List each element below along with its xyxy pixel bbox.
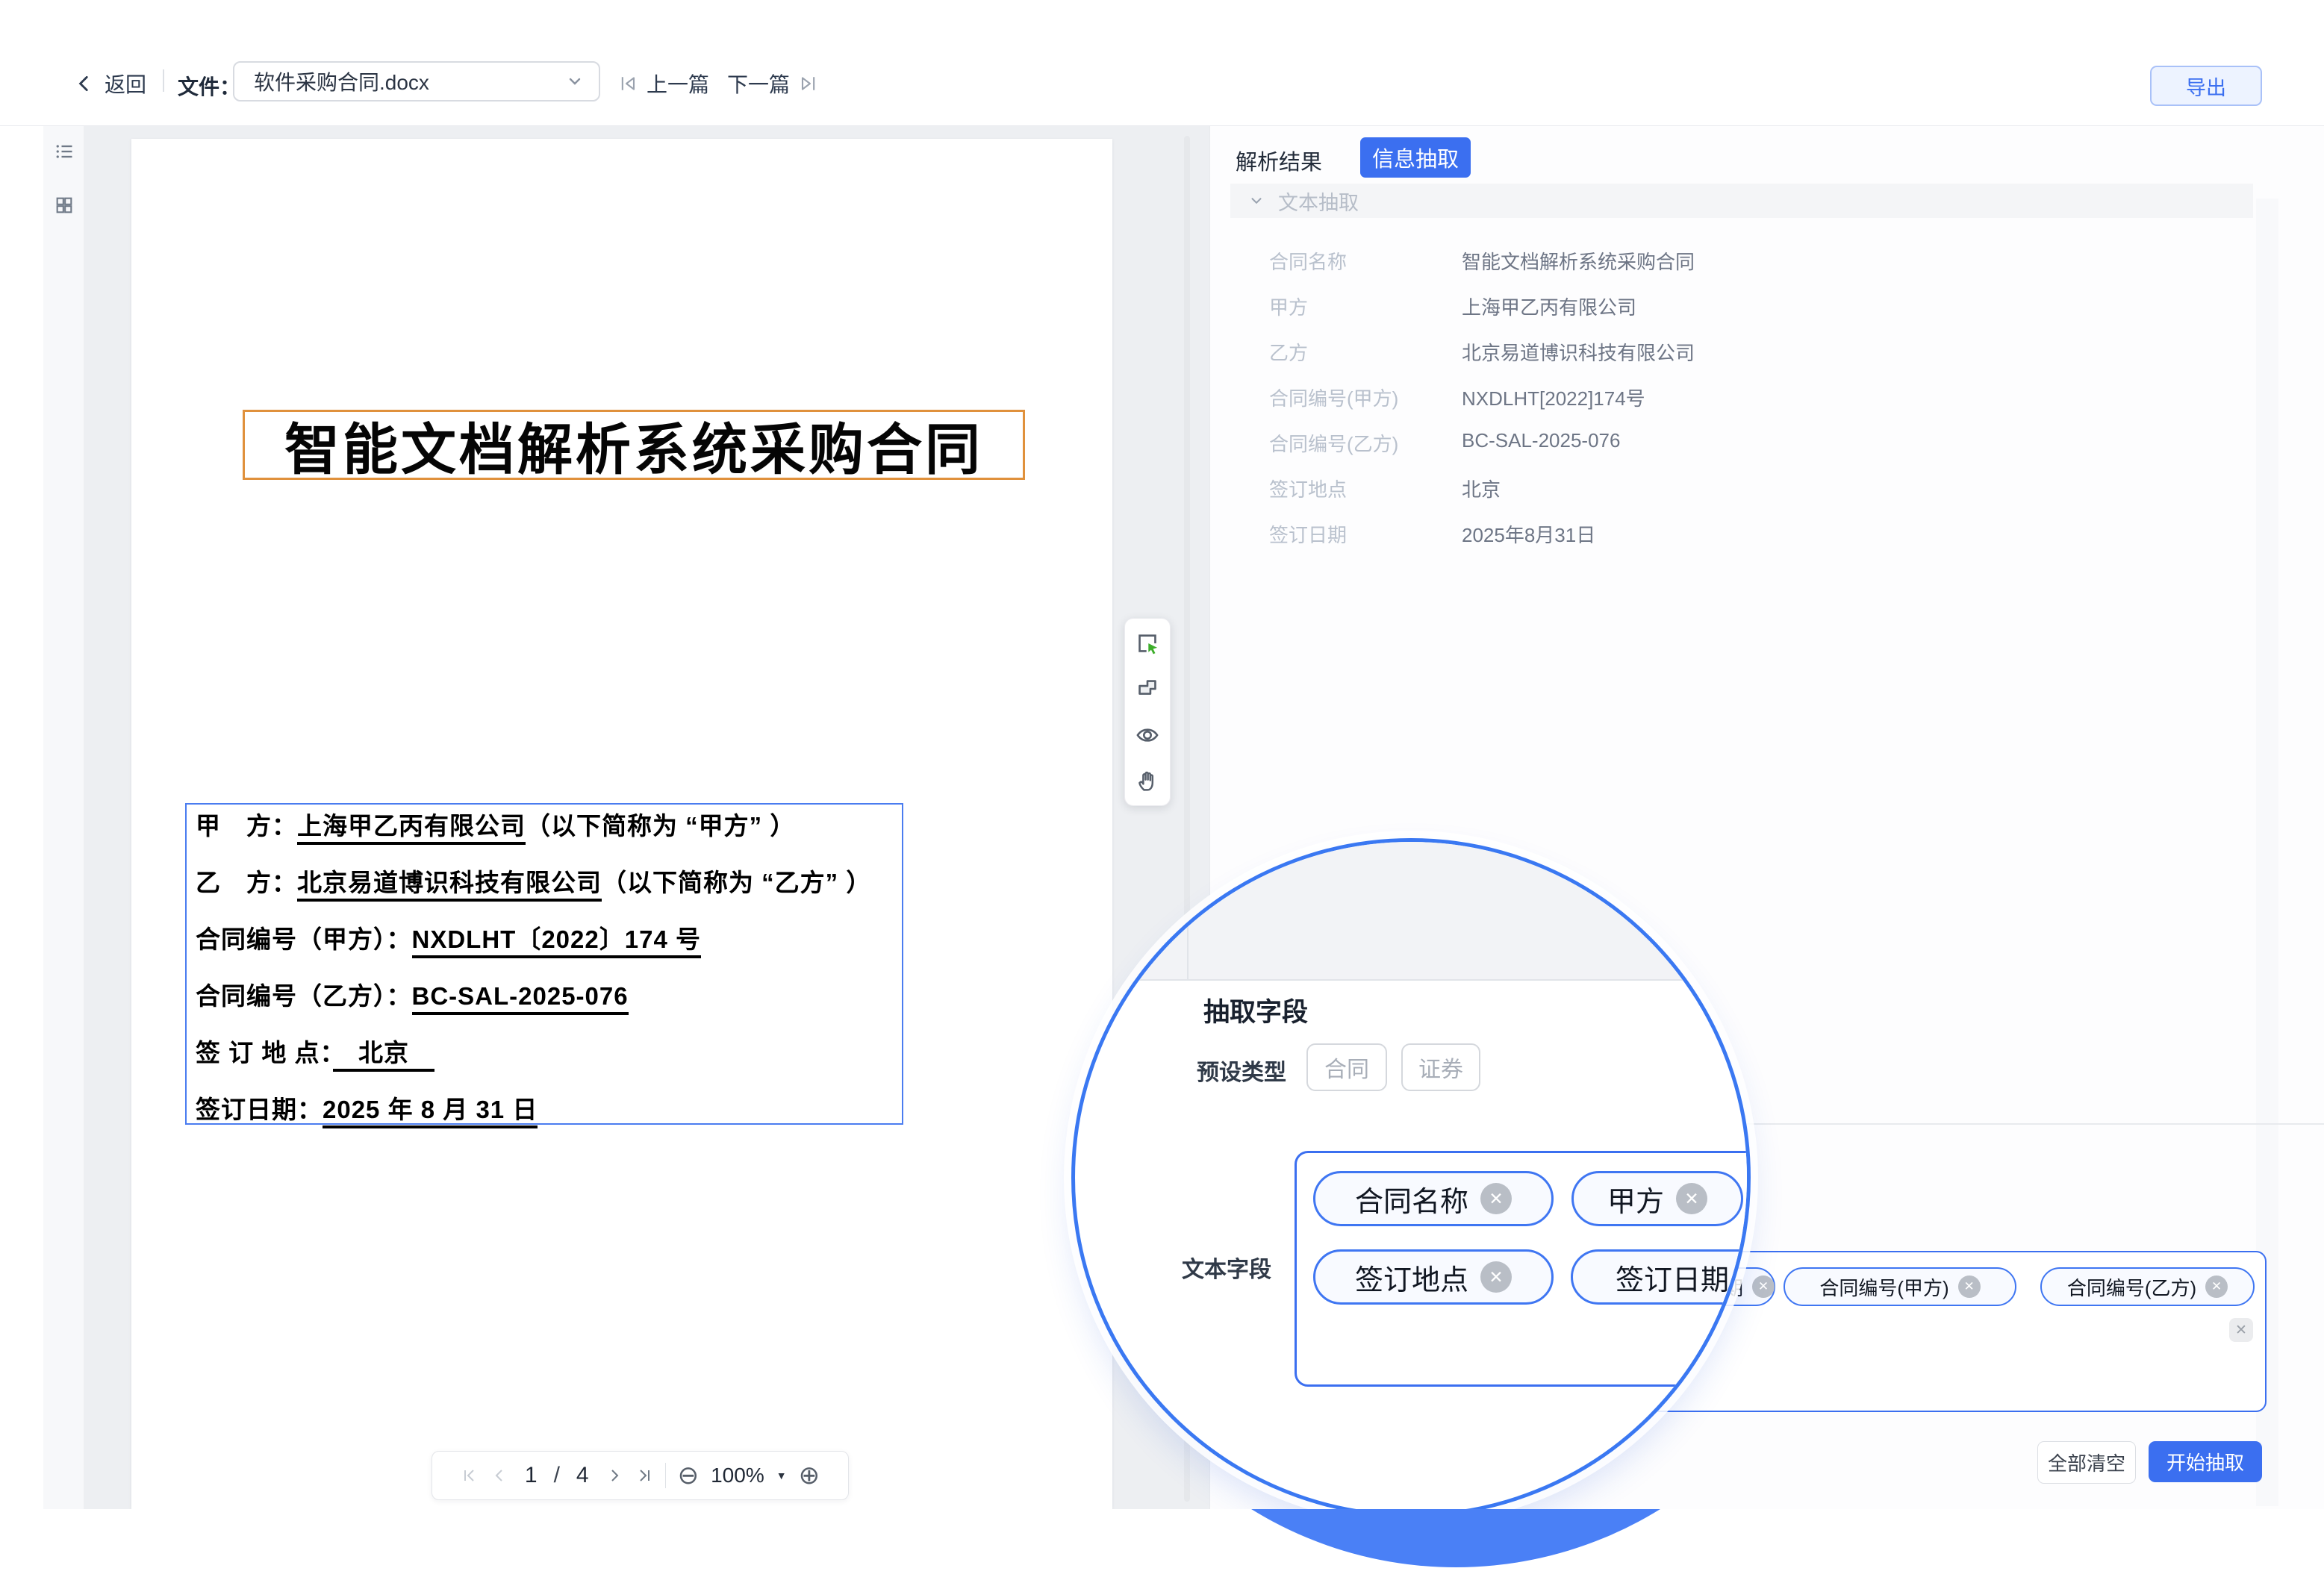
kv-value: 北京易道博识科技有限公司 [1462, 338, 1695, 366]
magnified-field-tag: 合同名称 ✕ [1313, 1171, 1554, 1226]
section-label: 文本抽取 [1278, 187, 1359, 216]
export-button[interactable]: 导出 [2150, 66, 2262, 106]
doc-line: 签订日期：2025 年 8 月 31 日 [196, 1090, 538, 1121]
outline-list-icon[interactable] [54, 141, 75, 162]
magnified-panel-border [1187, 842, 1189, 979]
kv-value: BC-SAL-2025-076 [1462, 429, 1620, 452]
left-rail [43, 126, 84, 1509]
last-page-icon[interactable] [635, 1467, 653, 1484]
chevron-down-icon [566, 72, 584, 90]
tab-info-extract-label: 信息抽取 [1372, 142, 1459, 173]
doc-line: 乙 方：北京易道博识科技有限公司（以下简称为 “乙方” ） [196, 863, 871, 894]
pager-divider [665, 1463, 666, 1488]
hand-pan-icon[interactable] [1135, 768, 1160, 793]
zoom-caret-icon[interactable]: ▼ [776, 1470, 787, 1481]
export-label: 导出 [2186, 72, 2226, 101]
doc-line: 合同编号（甲方）：NXDLHT〔2022〕174 号 [196, 919, 701, 951]
kv-label: 乙方 [1269, 338, 1308, 366]
clear-input-icon[interactable]: ✕ [2229, 1318, 2253, 1342]
remove-tag-icon[interactable]: ✕ [2205, 1275, 2228, 1298]
top-bar: 返回 文件： 软件采购合同.docx 上一篇 下一篇 导出 [0, 0, 2324, 126]
magnified-fields-input: 合同名称 ✕ 甲方 ✕ 签订地点 ✕ 签订日期 ✕ [1295, 1151, 1751, 1387]
thumbnail-grid-icon[interactable] [54, 195, 75, 216]
preset-chip-securities: 证券 [1401, 1043, 1480, 1091]
file-select[interactable]: 软件采购合同.docx [233, 61, 600, 102]
start-extract-button[interactable]: 开始抽取 [2149, 1441, 2262, 1482]
remove-tag-icon: ✕ [1480, 1183, 1512, 1214]
magnified-field-tag: 甲方 ✕ [1571, 1171, 1743, 1226]
magnified-panel-background [1075, 842, 1751, 981]
zoom-in-icon[interactable]: ⊕ [799, 1463, 820, 1488]
remove-tag-icon[interactable]: ✕ [1752, 1275, 1775, 1298]
magnifier-base-arc [1068, 1509, 1844, 1567]
back-label: 返回 [105, 69, 146, 99]
marquee-select-icon[interactable] [1135, 631, 1160, 656]
current-page[interactable]: 1 [525, 1463, 538, 1488]
topbar-divider [163, 69, 164, 92]
prev-page-icon[interactable] [490, 1467, 508, 1484]
magnified-field-tag: 签订日期 ✕ [1571, 1249, 1751, 1305]
remove-tag-icon: ✕ [1676, 1183, 1707, 1214]
page-separator: / [554, 1463, 560, 1488]
collapse-chevron-icon[interactable] [1248, 193, 1265, 209]
overlap-squares-icon[interactable] [1135, 676, 1160, 702]
clear-all-button[interactable]: 全部清空 [2037, 1441, 2136, 1484]
kv-value: 北京 [1462, 475, 1501, 502]
field-tag[interactable]: 合同编号(甲方) ✕ [1784, 1267, 2016, 1306]
magnified-field-tag: 签订地点 ✕ [1313, 1249, 1554, 1305]
back-button[interactable]: 返回 [75, 69, 146, 99]
prev-doc-button[interactable]: 上一篇 [647, 69, 709, 99]
tab-parse-result[interactable]: 解析结果 [1236, 145, 1322, 176]
page-toolbar: 1 / 4 ⊖ 100% ▼ ⊕ [432, 1451, 849, 1500]
doc-line: 签 订 地 点： 北京 [196, 1033, 434, 1064]
doc-title: 智能文档解析系统采购合同 [284, 405, 983, 485]
zoom-level[interactable]: 100% [711, 1464, 764, 1487]
doc-nav: 上一篇 下一篇 [618, 69, 818, 99]
kv-label: 合同编号(乙方) [1269, 429, 1398, 457]
page-footer-strip [0, 1509, 2324, 1580]
viewer-toolbar [1124, 618, 1171, 806]
magnifier-lens: 抽取字段 预设类型 合同 证券 文本字段 合同名称 ✕ 甲方 ✕ 签订地点 ✕ … [1071, 838, 1751, 1517]
kv-value: 2025年8月31日 [1462, 520, 1595, 548]
next-doc-button[interactable]: 下一篇 [727, 69, 790, 99]
zoom-out-icon[interactable]: ⊖ [678, 1463, 700, 1488]
kv-label: 甲方 [1269, 293, 1308, 320]
kv-label: 合同编号(甲方) [1269, 384, 1398, 411]
doc-title-highlight-box: 智能文档解析系统采购合同 [243, 410, 1025, 480]
kv-value: 智能文档解析系统采购合同 [1462, 247, 1695, 275]
text-fields-label: 文本字段 [1182, 1251, 1271, 1284]
magnified-section-title: 抽取字段 [1203, 991, 1308, 1029]
skip-next-icon[interactable] [797, 73, 818, 94]
tab-info-extract[interactable]: 信息抽取 [1360, 137, 1471, 178]
eye-icon[interactable] [1135, 722, 1160, 748]
kv-value: 上海甲乙丙有限公司 [1462, 293, 1636, 320]
first-page-icon[interactable] [461, 1467, 479, 1484]
doc-line: 甲 方：上海甲乙丙有限公司（以下简称为 “甲方” ） [196, 806, 795, 837]
file-select-value: 软件采购合同.docx [254, 66, 429, 96]
kv-label: 签订日期 [1269, 520, 1347, 548]
next-page-icon[interactable] [605, 1467, 623, 1484]
field-tag[interactable]: 合同编号(乙方) ✕ [2040, 1267, 2255, 1306]
preset-chip-contract: 合同 [1306, 1043, 1387, 1091]
doc-line: 合同编号（乙方）：BC-SAL-2025-076 [196, 976, 629, 1008]
preset-type-label: 预设类型 [1197, 1054, 1286, 1087]
kv-value: NXDLHT[2022]174号 [1462, 384, 1645, 411]
remove-tag-icon: ✕ [1480, 1261, 1512, 1293]
back-chevron-icon [75, 72, 94, 96]
file-label: 文件： [178, 71, 240, 101]
doc-details-highlight-box [185, 803, 903, 1125]
kv-label: 合同名称 [1269, 247, 1347, 275]
total-pages: 4 [576, 1463, 589, 1488]
kv-label: 签订地点 [1269, 475, 1347, 502]
skip-prev-icon[interactable] [618, 73, 639, 94]
remove-tag-icon[interactable]: ✕ [1958, 1275, 1981, 1298]
text-extract-section-header[interactable]: 文本抽取 [1230, 184, 2253, 218]
